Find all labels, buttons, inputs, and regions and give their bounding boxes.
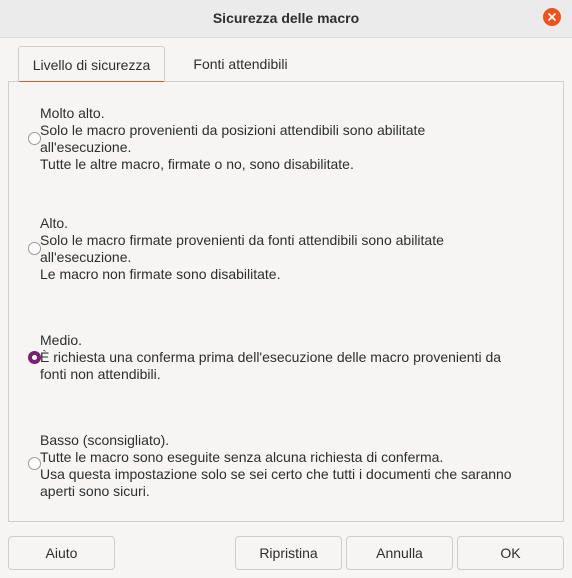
security-level-panel: Molto alto. Solo le macro provenienti da…	[8, 82, 564, 522]
option-description-line: aperti sono sicuri.	[40, 483, 150, 499]
option-title: Medio.	[40, 332, 83, 348]
option-medium[interactable]: Medio. È richiesta una conferma prima de…	[40, 332, 560, 383]
help-button[interactable]: Aiuto	[8, 536, 115, 570]
close-icon	[548, 13, 556, 21]
close-button[interactable]	[543, 8, 561, 26]
option-low[interactable]: Basso (sconsigliato). Tutte le macro son…	[40, 432, 560, 500]
option-description-line: Tutte le macro sono eseguite senza alcun…	[40, 449, 444, 465]
option-title: Alto.	[40, 215, 69, 231]
option-description-line: all'esecuzione.	[40, 139, 132, 155]
tab-security-level[interactable]: Livello di sicurezza	[18, 46, 165, 83]
title-bar: Sicurezza delle macro	[0, 0, 572, 38]
option-description-line: Solo le macro firmate provenienti da fon…	[40, 232, 444, 248]
option-description-line: Solo le macro provenienti da posizioni a…	[40, 122, 426, 138]
option-title: Basso (sconsigliato).	[40, 432, 170, 448]
option-description-line: fonti non attendibili.	[40, 366, 161, 382]
option-very-high[interactable]: Molto alto. Solo le macro provenienti da…	[40, 105, 560, 173]
option-description-line: È richiesta una conferma prima dell'esec…	[40, 349, 502, 365]
option-title: Molto alto.	[40, 105, 105, 121]
option-description-line: all'esecuzione.	[40, 249, 132, 265]
option-description-line: Usa questa impostazione solo se sei cert…	[40, 466, 512, 482]
option-description-line: Tutte le altre macro, firmate o no, sono…	[40, 156, 354, 172]
option-high[interactable]: Alto. Solo le macro firmate provenienti …	[40, 215, 560, 283]
ok-button[interactable]: OK	[457, 536, 564, 570]
reset-button[interactable]: Ripristina	[235, 536, 342, 570]
option-description-line: Le macro non firmate sono disabilitate.	[40, 266, 281, 282]
tab-bar: Livello di sicurezza Fonti attendibili	[8, 46, 564, 83]
window-title: Sicurezza delle macro	[212, 10, 360, 26]
tab-trusted-sources[interactable]: Fonti attendibili	[168, 46, 313, 82]
cancel-button[interactable]: Annulla	[346, 536, 453, 570]
